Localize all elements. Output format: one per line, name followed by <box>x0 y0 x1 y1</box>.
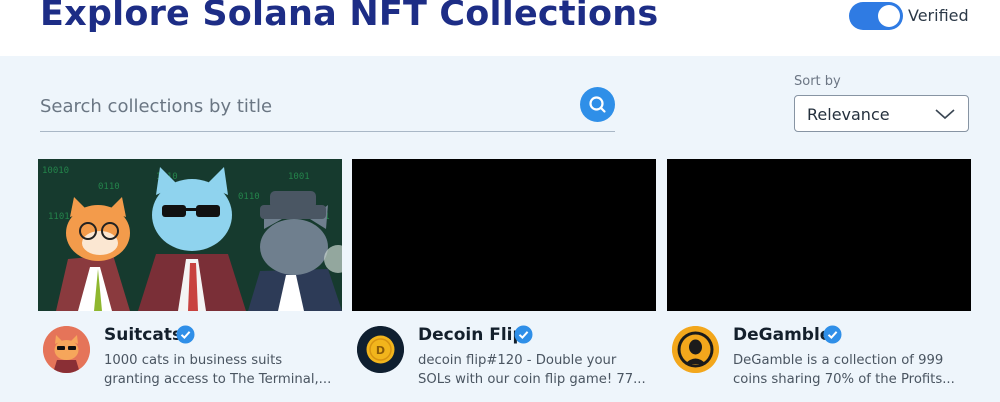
collection-card[interactable]: D Decoin Flip decoin flip#120 - Double y… <box>352 159 656 402</box>
page-title: Explore Solana NFT Collections <box>40 0 659 34</box>
sort-dropdown[interactable]: Relevance <box>794 95 969 132</box>
verified-label: Verified <box>908 6 969 25</box>
collection-banner-image[interactable] <box>352 159 656 311</box>
description-line: coins sharing 70% of the Profits... <box>733 372 955 387</box>
collection-card[interactable]: 1001001101001 010111010011 10100110 <box>38 159 342 402</box>
description-line: 1000 cats in business suits <box>104 353 283 368</box>
collection-description: 1000 cats in business suits granting acc… <box>104 351 340 389</box>
svg-text:10010: 10010 <box>42 166 69 176</box>
sort-selected-value: Relevance <box>807 105 890 124</box>
verified-badge-icon <box>514 325 533 344</box>
page-header: Explore Solana NFT Collections Verified <box>0 0 1000 56</box>
collection-title[interactable]: DeGamble <box>733 325 831 345</box>
verified-badge-icon <box>823 325 842 344</box>
svg-text:0110: 0110 <box>238 192 260 202</box>
collection-card[interactable]: DeGamble DeGamble is a collection of 999… <box>667 159 971 402</box>
svg-text:0110: 0110 <box>98 182 120 192</box>
search-bar <box>40 83 615 132</box>
collection-title[interactable]: Decoin Flip <box>418 325 525 345</box>
collection-banner-image[interactable]: 1001001101001 010111010011 10100110 <box>38 159 342 311</box>
collection-avatar: D <box>357 326 404 373</box>
chevron-down-icon <box>935 109 955 120</box>
sort-label: Sort by <box>794 74 841 89</box>
svg-text:D: D <box>376 344 385 357</box>
verified-badge-icon <box>176 325 195 344</box>
svg-text:1001: 1001 <box>288 172 310 182</box>
collection-avatar <box>672 326 719 373</box>
description-line: DeGamble is a collection of 999 <box>733 353 944 368</box>
search-button[interactable] <box>580 87 615 122</box>
description-line: decoin flip#120 - Double your <box>418 353 617 368</box>
verified-toggle[interactable] <box>849 2 903 30</box>
svg-text:1101: 1101 <box>48 212 70 222</box>
description-line: granting access to The Terminal,... <box>104 372 332 387</box>
suitcats-banner-art: 1001001101001 010111010011 10100110 <box>38 159 342 311</box>
collection-banner-image[interactable] <box>667 159 971 311</box>
description-line: SOLs with our coin flip game! 77... <box>418 372 646 387</box>
toggle-knob <box>878 5 900 27</box>
collection-description: decoin flip#120 - Double your SOLs with … <box>418 351 654 389</box>
collections-section: Sort by Relevance 1001001101001 01011101… <box>0 56 1000 402</box>
search-input[interactable] <box>40 89 560 123</box>
collection-avatar <box>43 326 90 373</box>
search-icon <box>589 96 606 113</box>
collection-title[interactable]: Suitcats <box>104 325 182 345</box>
collection-description: DeGamble is a collection of 999 coins sh… <box>733 351 969 389</box>
